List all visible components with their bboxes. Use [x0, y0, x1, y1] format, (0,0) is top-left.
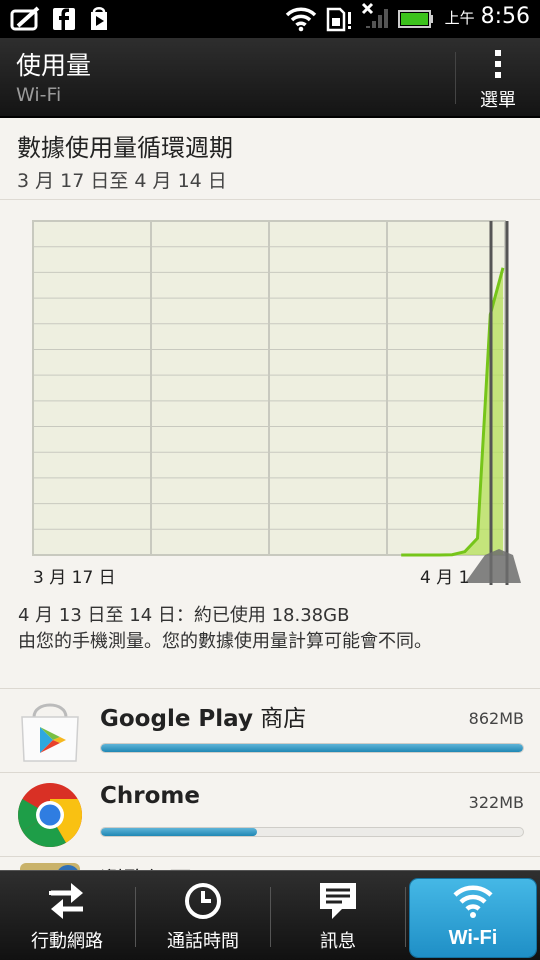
- clock-ampm: 上午: [444, 9, 475, 27]
- app-name: Google Play 商店: [100, 699, 306, 733]
- app-row-chrome[interactable]: Chrome 322MB: [0, 772, 540, 856]
- app-name-latin: Chrome: [100, 783, 200, 809]
- app-usage-bar-fill: [101, 744, 523, 752]
- action-bar-divider: [455, 52, 456, 104]
- tab-label: 行動網路: [31, 931, 103, 952]
- cycle-range: 3 月 17 日至 4 月 14 日: [17, 170, 227, 192]
- page-subtitle: Wi-Fi: [16, 84, 62, 106]
- menu-button[interactable]: 選單: [466, 46, 530, 112]
- app-usage-size: 862MB: [468, 709, 524, 728]
- status-clock: 上午 8:56: [445, 4, 530, 29]
- app-name-cjk: 商店: [252, 706, 307, 732]
- usage-summary: 4 月 13 日至 14 日：約已使用 18.38GB 由您的手機測量。您的數據…: [18, 603, 530, 655]
- usage-chart[interactable]: 3 月 17 日 4 月 14 日: [0, 201, 540, 588]
- status-bar: 上午 8:56: [0, 0, 540, 38]
- app-usage-size: 322MB: [468, 793, 524, 812]
- edit-icon: [10, 6, 40, 31]
- clock-icon: [185, 883, 221, 919]
- tab-wifi[interactable]: Wi-Fi: [406, 871, 540, 960]
- facebook-icon: [53, 8, 75, 30]
- app-row-google-play[interactable]: Google Play 商店 862MB: [0, 688, 540, 772]
- page-title: 使用量: [16, 51, 92, 80]
- bottom-tab-bar: 行動網路 通話時間 訊息 Wi-Fi: [0, 870, 540, 960]
- clock-time: 8:56: [480, 4, 530, 29]
- data-cycle-selector[interactable]: 數據使用量循環週期 3 月 17 日至 4 月 14 日: [0, 120, 540, 200]
- play-store-icon: [91, 7, 107, 30]
- menu-label: 選單: [480, 90, 516, 111]
- message-icon: [320, 883, 356, 919]
- mobile-data-arrows-icon: [49, 883, 83, 919]
- no-signal-icon: [361, 2, 388, 28]
- battery-icon: [398, 10, 433, 28]
- action-bar: 使用量 Wi-Fi 選單: [0, 38, 540, 118]
- app-name-latin: Google Play: [100, 706, 253, 732]
- google-play-store-icon: [21, 703, 79, 762]
- wifi-icon: [453, 885, 493, 918]
- tab-label: 訊息: [320, 931, 356, 952]
- app-name: Chrome: [100, 783, 200, 809]
- app-usage-bar-fill: [101, 828, 258, 836]
- overflow-menu-icon: [495, 50, 501, 78]
- x-axis-label-end: 4 月 14 日: [420, 568, 470, 588]
- wifi-icon: [285, 7, 317, 32]
- app-usage-bar: [100, 827, 524, 837]
- usage-summary-note: 由您的手機測量。您的數據使用量計算可能會不同。: [18, 631, 432, 652]
- tab-messages[interactable]: 訊息: [271, 871, 405, 960]
- tab-label: 通話時間: [167, 931, 239, 952]
- usage-chart-svg: [32, 220, 521, 585]
- usage-summary-line1: 4 月 13 日至 14 日：約已使用 18.38GB: [18, 605, 350, 626]
- tab-label: Wi-Fi: [448, 927, 498, 949]
- chrome-icon: [18, 783, 82, 847]
- sim-icon: [326, 7, 351, 32]
- tab-call-time[interactable]: 通話時間: [136, 871, 270, 960]
- cycle-title: 數據使用量循環週期: [17, 134, 233, 162]
- tab-mobile-network[interactable]: 行動網路: [0, 871, 134, 960]
- x-axis-label-start: 3 月 17 日: [33, 568, 116, 588]
- app-usage-bar: [100, 743, 524, 753]
